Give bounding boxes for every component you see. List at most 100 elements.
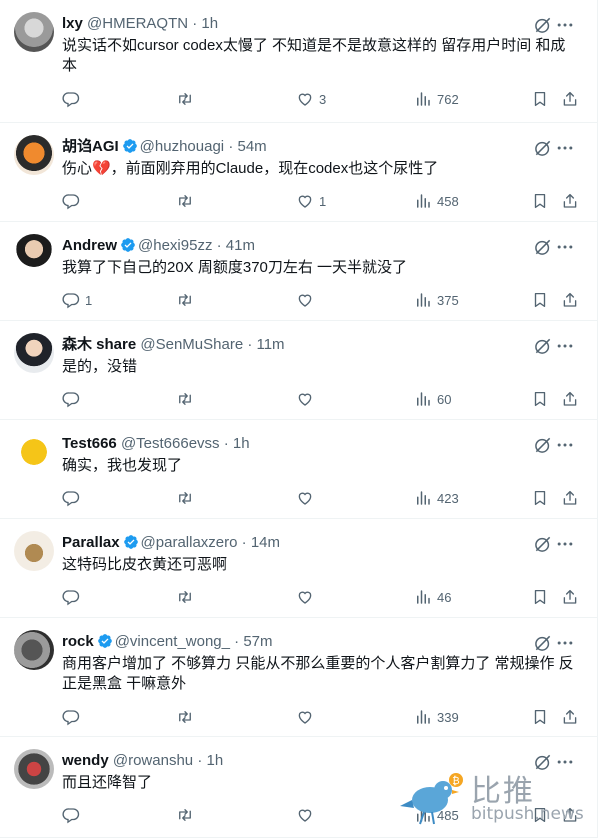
- share-button[interactable]: [561, 290, 579, 310]
- reply-tweet[interactable]: 胡诌AGI @huzhouagi · 54m 伤心💔，前面刚弃用的Claude，现…: [0, 123, 597, 222]
- reply-button[interactable]: [62, 89, 85, 109]
- bookmark-button[interactable]: [531, 707, 549, 727]
- reply-tweet[interactable]: lxy @HMERAQTN · 1h 说实话不如cursor codex太慢了 …: [0, 0, 597, 123]
- like-button[interactable]: [296, 587, 319, 607]
- timestamp[interactable]: · 14m: [242, 534, 280, 551]
- reply-tweet[interactable]: wendy @rowanshu · 1h 而且还降智了 485: [0, 737, 597, 838]
- grok-explain-icon[interactable]: [533, 336, 553, 356]
- more-options-icon[interactable]: [555, 534, 575, 554]
- display-name[interactable]: lxy: [62, 15, 83, 32]
- more-options-icon[interactable]: [555, 15, 575, 35]
- share-button[interactable]: [561, 389, 579, 409]
- user-handle[interactable]: @HMERAQTN: [87, 15, 188, 32]
- avatar[interactable]: [14, 630, 54, 670]
- grok-explain-icon[interactable]: [533, 138, 553, 158]
- user-handle[interactable]: @huzhouagi: [140, 138, 224, 155]
- bookmark-button[interactable]: [531, 488, 549, 508]
- timestamp[interactable]: · 1h: [224, 435, 250, 452]
- retweet-button[interactable]: [176, 389, 199, 409]
- bookmark-button[interactable]: [531, 587, 549, 607]
- reply-tweet[interactable]: rock @vincent_wong_ · 57m 商用客户增加了 不够算力 只能…: [0, 618, 597, 737]
- bookmark-button[interactable]: [531, 89, 549, 109]
- views-button[interactable]: 375: [414, 290, 459, 310]
- display-name[interactable]: 森木 share: [62, 336, 136, 353]
- display-name[interactable]: rock: [62, 633, 94, 650]
- like-button[interactable]: [296, 707, 319, 727]
- timestamp[interactable]: · 41m: [217, 237, 255, 254]
- reply-tweet[interactable]: Test666 @Test666evss · 1h 确实，我也发现了 423: [0, 420, 597, 519]
- share-button[interactable]: [561, 488, 579, 508]
- views-button[interactable]: 762: [414, 89, 459, 109]
- timestamp[interactable]: · 1h: [197, 752, 223, 769]
- share-button[interactable]: [561, 587, 579, 607]
- avatar[interactable]: [14, 432, 54, 472]
- reply-button[interactable]: [62, 389, 85, 409]
- avatar[interactable]: [14, 333, 54, 373]
- share-button[interactable]: [561, 805, 579, 825]
- avatar[interactable]: [14, 12, 54, 52]
- bookmark-button[interactable]: [531, 389, 549, 409]
- grok-explain-icon[interactable]: [533, 534, 553, 554]
- like-button[interactable]: [296, 488, 319, 508]
- views-button[interactable]: 339: [414, 707, 459, 727]
- grok-explain-icon[interactable]: [533, 435, 553, 455]
- user-handle[interactable]: @hexi95zz: [138, 237, 212, 254]
- retweet-button[interactable]: [176, 805, 199, 825]
- avatar[interactable]: [14, 531, 54, 571]
- retweet-button[interactable]: [176, 488, 199, 508]
- reply-tweet[interactable]: Andrew @hexi95zz · 41m 我算了下自己的20X 周额度370刀…: [0, 222, 597, 321]
- user-handle[interactable]: @parallaxzero: [141, 534, 238, 551]
- share-button[interactable]: [561, 89, 579, 109]
- retweet-button[interactable]: [176, 89, 199, 109]
- more-options-icon[interactable]: [555, 435, 575, 455]
- more-options-icon[interactable]: [555, 138, 575, 158]
- reply-button[interactable]: [62, 488, 85, 508]
- retweet-button[interactable]: [176, 707, 199, 727]
- display-name[interactable]: Parallax: [62, 534, 120, 551]
- display-name[interactable]: 胡诌AGI: [62, 138, 119, 155]
- user-handle[interactable]: @rowanshu: [113, 752, 193, 769]
- like-button[interactable]: [296, 389, 319, 409]
- avatar[interactable]: [14, 135, 54, 175]
- more-options-icon[interactable]: [555, 237, 575, 257]
- user-handle[interactable]: @SenMuShare: [140, 336, 243, 353]
- reply-button[interactable]: [62, 587, 85, 607]
- display-name[interactable]: wendy: [62, 752, 109, 769]
- share-button[interactable]: [561, 191, 579, 211]
- timestamp[interactable]: · 57m: [234, 633, 272, 650]
- user-handle[interactable]: @Test666evss: [121, 435, 220, 452]
- timestamp[interactable]: · 54m: [228, 138, 266, 155]
- timestamp[interactable]: · 1h: [192, 15, 218, 32]
- reply-button[interactable]: [62, 191, 85, 211]
- bookmark-button[interactable]: [531, 805, 549, 825]
- like-button[interactable]: [296, 805, 319, 825]
- reply-button[interactable]: [62, 805, 85, 825]
- more-options-icon[interactable]: [555, 752, 575, 772]
- avatar[interactable]: [14, 234, 54, 274]
- views-button[interactable]: 485: [414, 805, 459, 825]
- views-button[interactable]: 458: [414, 191, 459, 211]
- views-button[interactable]: 60: [414, 389, 451, 409]
- bookmark-button[interactable]: [531, 290, 549, 310]
- reply-tweet[interactable]: 森木 share @SenMuShare · 11m 是的，没错 60: [0, 321, 597, 420]
- views-button[interactable]: 46: [414, 587, 451, 607]
- bookmark-button[interactable]: [531, 191, 549, 211]
- grok-explain-icon[interactable]: [533, 633, 553, 653]
- grok-explain-icon[interactable]: [533, 237, 553, 257]
- more-options-icon[interactable]: [555, 336, 575, 356]
- display-name[interactable]: Andrew: [62, 237, 117, 254]
- like-button[interactable]: 3: [296, 89, 326, 109]
- more-options-icon[interactable]: [555, 633, 575, 653]
- grok-explain-icon[interactable]: [533, 15, 553, 35]
- like-button[interactable]: [296, 290, 319, 310]
- retweet-button[interactable]: [176, 587, 199, 607]
- retweet-button[interactable]: [176, 191, 199, 211]
- retweet-button[interactable]: [176, 290, 199, 310]
- display-name[interactable]: Test666: [62, 435, 117, 452]
- user-handle[interactable]: @vincent_wong_: [115, 633, 230, 650]
- views-button[interactable]: 423: [414, 488, 459, 508]
- timestamp[interactable]: · 11m: [247, 336, 284, 353]
- share-button[interactable]: [561, 707, 579, 727]
- grok-explain-icon[interactable]: [533, 752, 553, 772]
- avatar[interactable]: [14, 749, 54, 789]
